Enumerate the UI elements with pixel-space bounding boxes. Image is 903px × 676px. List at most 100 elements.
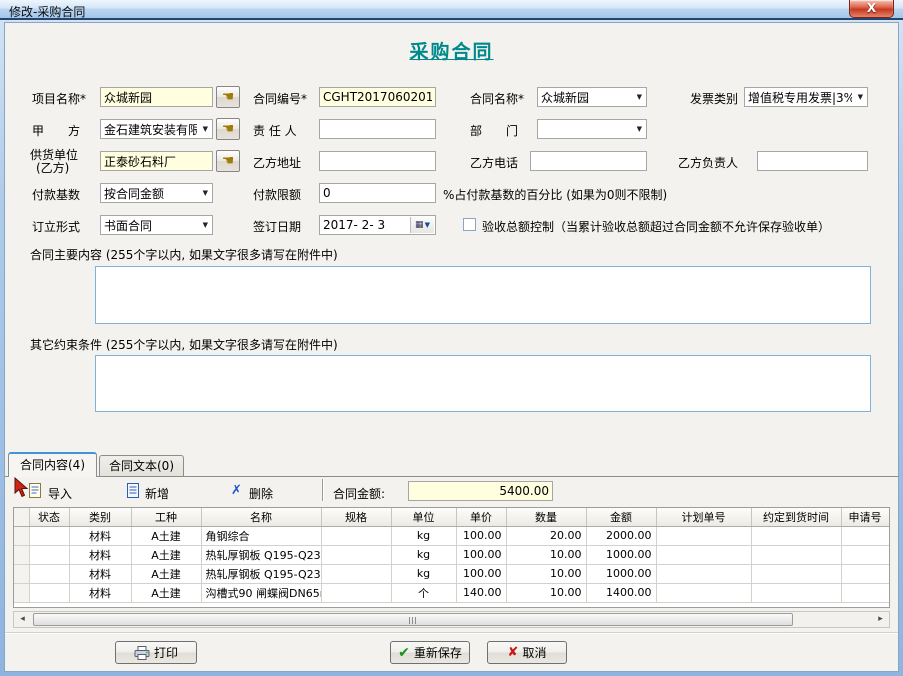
tab-contract-text[interactable]: 合同文本(0) <box>99 455 184 477</box>
grid-row-0[interactable]: 材料A土建角钢综合 kg100.0020.002000.00 <box>14 526 889 545</box>
responsible-input[interactable] <box>319 119 436 139</box>
cell-unit[interactable]: 个 <box>391 583 456 602</box>
cell-request_no[interactable] <box>841 526 889 545</box>
cell-spec[interactable] <box>321 583 391 602</box>
cell-amount[interactable]: 1000.00 <box>586 564 656 583</box>
cell-unit[interactable]: kg <box>391 564 456 583</box>
party-b-manager-input[interactable] <box>757 151 868 171</box>
grid-header-5[interactable]: 单位 <box>391 508 456 526</box>
supplier-input[interactable] <box>100 151 213 171</box>
contract-no-input[interactable] <box>319 87 436 107</box>
grid-header-10[interactable]: 约定到货时间 <box>751 508 841 526</box>
row-selector[interactable] <box>14 583 29 602</box>
invoice-type-select[interactable]: 增值税专用发票|3% ▼ <box>744 87 868 107</box>
other-terms-textarea[interactable] <box>95 355 871 412</box>
grid-header-0[interactable]: 状态 <box>29 508 69 526</box>
cell-name[interactable]: 沟槽式90 闸蝶阀DN65mm <box>201 583 321 602</box>
cell-qty[interactable]: 20.00 <box>506 526 586 545</box>
horizontal-scrollbar[interactable]: ◂ ▸ <box>13 611 890 628</box>
cell-amount[interactable]: 1400.00 <box>586 583 656 602</box>
add-button[interactable]: 新增 <box>145 485 169 502</box>
form-type-select[interactable]: 书面合同 ▼ <box>100 215 213 235</box>
party-b-phone-input[interactable] <box>530 151 647 171</box>
cancel-button[interactable]: ✘ 取消 <box>487 641 567 664</box>
cell-amount[interactable]: 2000.00 <box>586 526 656 545</box>
grid-header-4[interactable]: 规格 <box>321 508 391 526</box>
cell-plan_no[interactable] <box>656 526 751 545</box>
cell-category[interactable]: 材料 <box>69 526 131 545</box>
grid-header-9[interactable]: 计划单号 <box>656 508 751 526</box>
cell-arrival_time[interactable] <box>751 564 841 583</box>
cell-category[interactable]: 材料 <box>69 583 131 602</box>
grid-row-3[interactable]: 材料A土建沟槽式90 闸蝶阀DN65mm 个140.0010.001400.00 <box>14 583 889 602</box>
cell-arrival_time[interactable] <box>751 583 841 602</box>
grid-header-6[interactable]: 单价 <box>456 508 506 526</box>
cell-category[interactable]: 材料 <box>69 545 131 564</box>
cell-status[interactable] <box>29 564 69 583</box>
cell-work_type[interactable]: A土建 <box>131 545 201 564</box>
grid-row-2[interactable]: 材料A土建热轧厚钢板 Q195-Q235 8 kg100.0010.001000.… <box>14 564 889 583</box>
grid-header-3[interactable]: 名称 <box>201 508 321 526</box>
cell-request_no[interactable] <box>841 564 889 583</box>
cell-arrival_time[interactable] <box>751 545 841 564</box>
supplier-picker-button[interactable]: ☚ <box>216 150 240 172</box>
cell-spec[interactable] <box>321 526 391 545</box>
cell-status[interactable] <box>29 526 69 545</box>
cell-request_no[interactable] <box>841 583 889 602</box>
cell-price[interactable]: 100.00 <box>456 526 506 545</box>
scroll-right-button[interactable]: ▸ <box>872 612 889 627</box>
payment-limit-input[interactable] <box>319 183 436 203</box>
cell-work_type[interactable]: A土建 <box>131 583 201 602</box>
cell-unit[interactable]: kg <box>391 526 456 545</box>
cell-amount[interactable]: 1000.00 <box>586 545 656 564</box>
main-content-textarea[interactable] <box>95 266 871 324</box>
grid-header-1[interactable]: 类别 <box>69 508 131 526</box>
cell-spec[interactable] <box>321 564 391 583</box>
contract-name-select[interactable]: 众城新园 ▼ <box>537 87 647 107</box>
cell-price[interactable]: 140.00 <box>456 583 506 602</box>
close-button[interactable]: X <box>849 0 894 18</box>
cell-name[interactable]: 角钢综合 <box>201 526 321 545</box>
cell-spec[interactable] <box>321 545 391 564</box>
party-a-picker-button[interactable]: ☚ <box>216 118 240 140</box>
cell-unit[interactable]: kg <box>391 545 456 564</box>
cell-category[interactable]: 材料 <box>69 564 131 583</box>
cell-arrival_time[interactable] <box>751 526 841 545</box>
row-selector[interactable] <box>14 564 29 583</box>
grid-header-7[interactable]: 数量 <box>506 508 586 526</box>
grid-header-11[interactable]: 申请号 <box>841 508 889 526</box>
row-selector[interactable] <box>14 545 29 564</box>
party-a-select[interactable]: 金石建筑安装有限公司 ▼ <box>100 119 213 139</box>
cell-price[interactable]: 100.00 <box>456 564 506 583</box>
cell-plan_no[interactable] <box>656 583 751 602</box>
cell-name[interactable]: 热轧厚钢板 Q195-Q235 8 <box>201 564 321 583</box>
grid-header-2[interactable]: 工种 <box>131 508 201 526</box>
cell-plan_no[interactable] <box>656 564 751 583</box>
tab-contract-items[interactable]: 合同内容(4) <box>8 452 97 477</box>
grid-row-1[interactable]: 材料A土建热轧厚钢板 Q195-Q235 2 kg100.0010.001000.… <box>14 545 889 564</box>
acceptance-total-checkbox[interactable] <box>463 218 476 231</box>
department-select[interactable]: ▼ <box>537 119 647 139</box>
project-picker-button[interactable]: ☚ <box>216 86 240 108</box>
cell-name[interactable]: 热轧厚钢板 Q195-Q235 2 <box>201 545 321 564</box>
delete-button[interactable]: 删除 <box>249 485 273 502</box>
print-button[interactable]: 打印 <box>115 641 197 664</box>
party-b-address-input[interactable] <box>319 151 436 171</box>
cell-work_type[interactable]: A土建 <box>131 526 201 545</box>
contract-amount-input[interactable] <box>408 481 553 501</box>
project-name-input[interactable] <box>100 87 213 107</box>
cell-status[interactable] <box>29 545 69 564</box>
cell-qty[interactable]: 10.00 <box>506 564 586 583</box>
save-button[interactable]: ✔ 重新保存 <box>390 641 470 664</box>
cell-qty[interactable]: 10.00 <box>506 545 586 564</box>
scroll-left-button[interactable]: ◂ <box>14 612 31 627</box>
titlebar[interactable]: 修改-采购合同 X <box>0 0 903 20</box>
sign-date-input[interactable]: 2017- 2- 3 ▦ ▼ <box>319 215 436 235</box>
cell-qty[interactable]: 10.00 <box>506 583 586 602</box>
cell-work_type[interactable]: A土建 <box>131 564 201 583</box>
cell-request_no[interactable] <box>841 545 889 564</box>
grid-header-8[interactable]: 金额 <box>586 508 656 526</box>
cell-status[interactable] <box>29 583 69 602</box>
import-button[interactable]: 导入 <box>48 485 72 502</box>
cell-price[interactable]: 100.00 <box>456 545 506 564</box>
